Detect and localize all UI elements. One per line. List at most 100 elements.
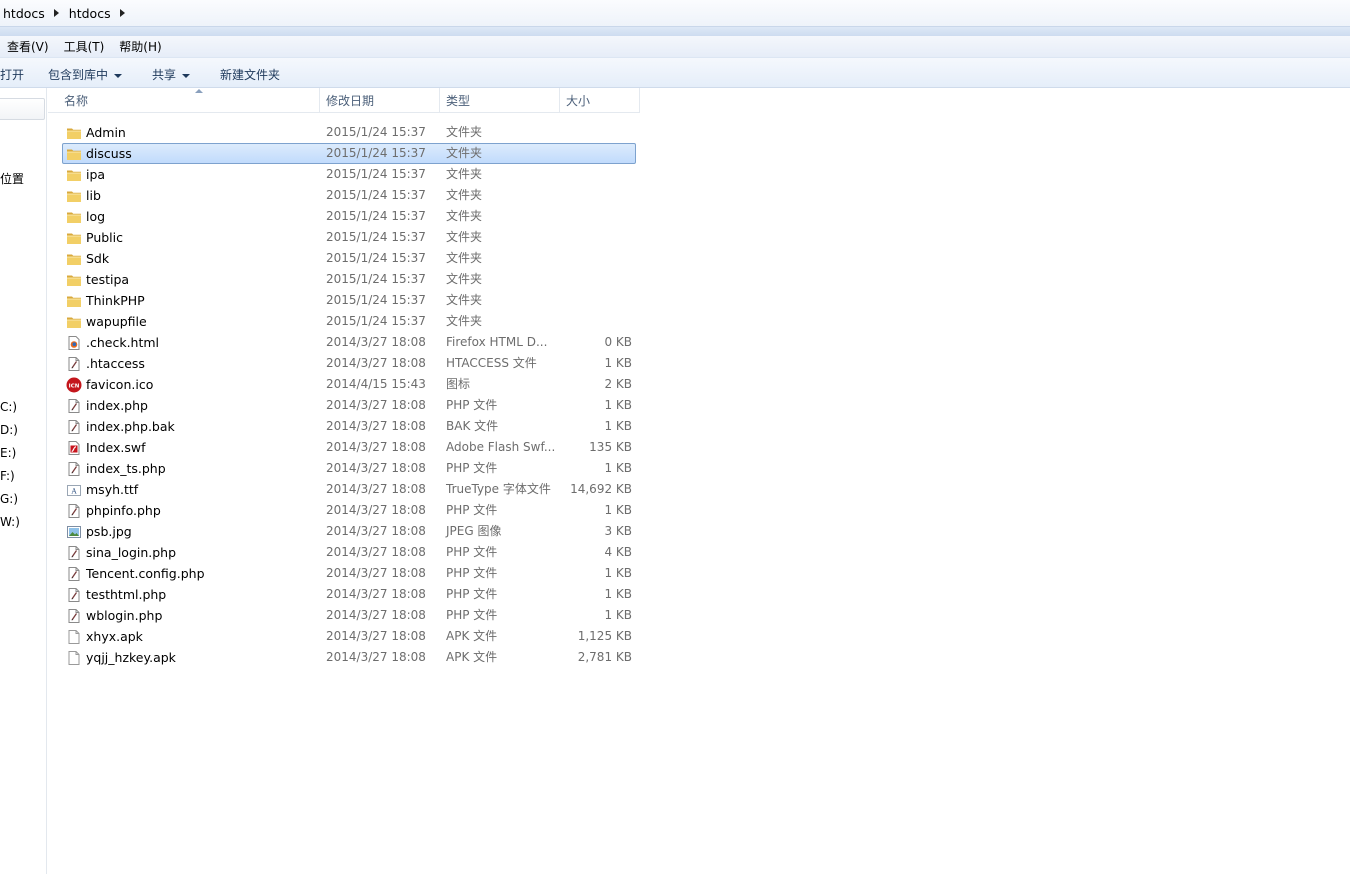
column-header-size[interactable]: 大小 xyxy=(560,88,640,113)
file-date: 2015/1/24 15:37 xyxy=(326,146,426,160)
svg-text:ICN: ICN xyxy=(69,383,80,389)
file-row[interactable]: yqjj_hzkey.apk 2014/3/27 18:08 APK 文件 2,781… xyxy=(48,647,640,668)
file-date: 2015/1/24 15:37 xyxy=(326,230,426,244)
menu-bar: 查看(V) 工具(T) 帮助(H) xyxy=(0,36,1350,57)
file-date: 2014/3/27 18:08 xyxy=(326,524,426,538)
file-row[interactable]: lib 2015/1/24 15:37 文件夹 xyxy=(48,185,640,206)
file-row[interactable]: testipa 2015/1/24 15:37 文件夹 xyxy=(48,269,640,290)
script-file-icon xyxy=(66,503,82,519)
menu-help[interactable]: 帮助(H) xyxy=(112,38,169,55)
dropdown-caret-icon xyxy=(182,73,191,78)
file-row[interactable]: wblogin.php 2014/3/27 18:08 PHP 文件 1 KB xyxy=(48,605,640,626)
nav-drive-w[interactable]: W:) xyxy=(0,515,20,529)
file-date: 2014/3/27 18:08 xyxy=(326,335,426,349)
file-size: 1 KB xyxy=(604,461,632,475)
nav-drive-d[interactable]: D:) xyxy=(0,423,18,437)
file-row[interactable]: ThinkPHP 2015/1/24 15:37 文件夹 xyxy=(48,290,640,311)
file-row[interactable]: Sdk 2015/1/24 15:37 文件夹 xyxy=(48,248,640,269)
file-name: wapupfile xyxy=(86,314,147,329)
file-row[interactable]: Amsyh.ttf 2014/3/27 18:08 TrueType 字体文件 14,… xyxy=(48,479,640,500)
file-row[interactable]: xhyx.apk 2014/3/27 18:08 APK 文件 1,125 KB xyxy=(48,626,640,647)
file-type: JPEG 图像 xyxy=(446,524,502,538)
file-row[interactable]: ipa 2015/1/24 15:37 文件夹 xyxy=(48,164,640,185)
column-size-label: 大小 xyxy=(566,94,591,108)
address-bar[interactable]: htdocs htdocs xyxy=(0,0,1350,27)
file-row[interactable]: psb.jpg 2014/3/27 18:08 JPEG 图像 3 KB xyxy=(48,521,640,542)
blank-file-icon xyxy=(66,650,82,666)
nav-item-location[interactable]: 位置 xyxy=(0,170,24,187)
breadcrumb-chevron-icon[interactable] xyxy=(119,9,125,17)
file-row[interactable]: Admin 2015/1/24 15:37 文件夹 xyxy=(48,122,640,143)
include-label: 包含到库中 xyxy=(48,68,109,82)
file-name: phpinfo.php xyxy=(86,503,161,518)
file-row[interactable]: Public 2015/1/24 15:37 文件夹 xyxy=(48,227,640,248)
file-size: 2,781 KB xyxy=(577,650,632,664)
file-row[interactable]: phpinfo.php 2014/3/27 18:08 PHP 文件 1 KB xyxy=(48,500,640,521)
font-file-icon: A xyxy=(66,482,82,498)
column-header-date[interactable]: 修改日期 xyxy=(320,88,440,113)
file-type: PHP 文件 xyxy=(446,566,498,580)
script-file-icon xyxy=(66,461,82,477)
script-file-icon xyxy=(66,356,82,372)
explorer-window: htdocs htdocs 查看(V) 工具(T) 帮助(H) 打开 包含到库中… xyxy=(0,0,1350,874)
column-header-type[interactable]: 类型 xyxy=(440,88,560,113)
file-size: 4 KB xyxy=(604,545,632,559)
file-row[interactable]: index.php 2014/3/27 18:08 PHP 文件 1 KB xyxy=(48,395,640,416)
file-size: 2 KB xyxy=(604,377,632,391)
folder-icon xyxy=(66,209,82,225)
file-row[interactable]: Tencent.config.php 2014/3/27 18:08 PHP 文件 1… xyxy=(48,563,640,584)
file-row[interactable]: wapupfile 2015/1/24 15:37 文件夹 xyxy=(48,311,640,332)
file-type: 文件夹 xyxy=(446,209,483,223)
folder-icon xyxy=(66,188,82,204)
file-type: 文件夹 xyxy=(446,293,483,307)
breadcrumb-item[interactable]: htdocs xyxy=(68,6,112,21)
script-file-icon xyxy=(66,566,82,582)
file-name: Admin xyxy=(86,125,126,140)
file-name: ThinkPHP xyxy=(86,293,145,308)
nav-search-box[interactable] xyxy=(0,98,45,120)
column-date-label: 修改日期 xyxy=(326,94,375,108)
file-size: 1 KB xyxy=(604,566,632,580)
new-folder-button[interactable]: 新建文件夹 xyxy=(220,66,280,83)
nav-drive-g[interactable]: G:) xyxy=(0,492,18,506)
file-row[interactable]: discuss 2015/1/24 15:37 文件夹 xyxy=(48,143,640,164)
file-type: PHP 文件 xyxy=(446,545,498,559)
file-date: 2014/3/27 18:08 xyxy=(326,356,426,370)
nav-drive-f[interactable]: F:) xyxy=(0,469,15,483)
folder-icon xyxy=(66,314,82,330)
breadcrumb-chevron-icon[interactable] xyxy=(53,9,59,17)
file-name: msyh.ttf xyxy=(86,482,139,497)
file-row[interactable]: .htaccess 2014/3/27 18:08 HTACCESS 文件 1 KB xyxy=(48,353,640,374)
include-in-library-button[interactable]: 包含到库中 xyxy=(48,66,123,83)
open-button[interactable]: 打开 xyxy=(0,66,24,83)
file-name: discuss xyxy=(86,146,132,161)
share-button[interactable]: 共享 xyxy=(152,66,191,83)
svg-text:A: A xyxy=(70,488,77,496)
file-row[interactable]: log 2015/1/24 15:37 文件夹 xyxy=(48,206,640,227)
nav-drive-c[interactable]: C:) xyxy=(0,400,17,414)
file-row[interactable]: testhtml.php 2014/3/27 18:08 PHP 文件 1 KB xyxy=(48,584,640,605)
file-size: 1 KB xyxy=(604,419,632,433)
navigation-pane: 位置 C:) D:) E:) F:) G:) W:) xyxy=(0,88,47,874)
ico-file-icon: ICN xyxy=(66,377,82,393)
breadcrumb-item[interactable]: htdocs xyxy=(2,6,46,21)
folder-icon xyxy=(66,230,82,246)
menu-view[interactable]: 查看(V) xyxy=(0,38,57,55)
file-row[interactable]: .check.html 2014/3/27 18:08 Firefox HTML D… xyxy=(48,332,640,353)
file-type: APK 文件 xyxy=(446,629,498,643)
file-type: PHP 文件 xyxy=(446,461,498,475)
file-row[interactable]: index.php.bak 2014/3/27 18:08 BAK 文件 1 KB xyxy=(48,416,640,437)
file-row[interactable]: ICN favicon.ico 2014/4/15 15:43 图标 2 KB xyxy=(48,374,640,395)
file-date: 2015/1/24 15:37 xyxy=(326,314,426,328)
file-row[interactable]: sina_login.php 2014/3/27 18:08 PHP 文件 4 KB xyxy=(48,542,640,563)
file-row[interactable]: Index.swf 2014/3/27 18:08 Adobe Flash Swf.… xyxy=(48,437,640,458)
nav-drive-e[interactable]: E:) xyxy=(0,446,16,460)
window-frame-strip xyxy=(0,27,1350,36)
file-type: APK 文件 xyxy=(446,650,498,664)
file-date: 2014/3/27 18:08 xyxy=(326,608,426,622)
file-date: 2014/3/27 18:08 xyxy=(326,503,426,517)
menu-tools[interactable]: 工具(T) xyxy=(57,38,113,55)
file-row[interactable]: index_ts.php 2014/3/27 18:08 PHP 文件 1 KB xyxy=(48,458,640,479)
file-name: Tencent.config.php xyxy=(86,566,205,581)
column-header-name[interactable]: 名称 xyxy=(58,88,320,113)
